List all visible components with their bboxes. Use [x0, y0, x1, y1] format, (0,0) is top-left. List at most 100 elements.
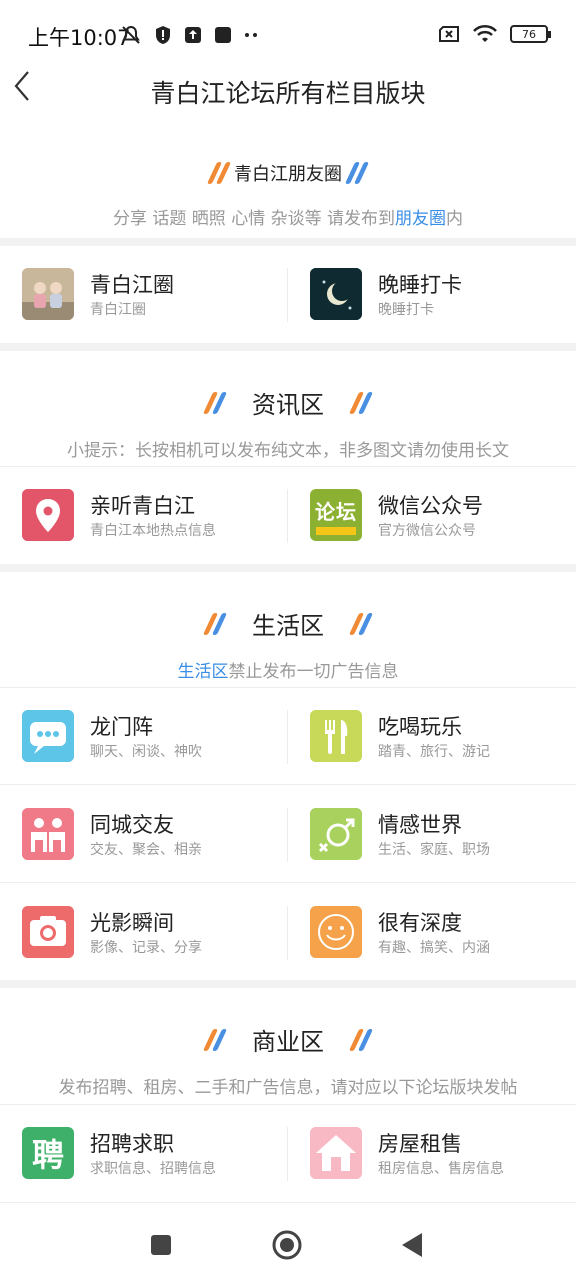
- item-desc: 交友、聚会、相亲: [90, 842, 202, 858]
- forum-item-late-night[interactable]: 晚睡打卡 晚睡打卡: [310, 265, 576, 325]
- page-title: 青白江论坛所有栏目版块: [150, 79, 426, 108]
- forum-item-local-news[interactable]: 亲听青白江 青白江本地热点信息: [22, 486, 292, 546]
- slash-deco-icon: [202, 612, 228, 635]
- section-divider: [0, 980, 576, 988]
- section-header-life: 生活区 生活区禁止发布一切广告信息: [0, 606, 576, 682]
- item-desc: 聊天、闲谈、神吹: [90, 744, 202, 760]
- item-name: 很有深度: [378, 911, 462, 935]
- forum-item-jobs[interactable]: 聘 招聘求职 求职信息、招聘信息: [22, 1124, 292, 1184]
- forum-item-deep-content[interactable]: 很有深度 有趣、搞笑、内涵: [310, 903, 576, 963]
- item-name: 晚睡打卡: [378, 273, 462, 297]
- item-name: 房屋租售: [378, 1132, 462, 1156]
- mute-icon: [122, 25, 140, 44]
- recruit-icon: 聘: [22, 1127, 74, 1179]
- slash-deco-icon: [344, 162, 370, 184]
- item-name: 同城交友: [90, 813, 174, 837]
- item-separator: [287, 1127, 288, 1181]
- section-divider: [0, 343, 576, 351]
- item-separator: [287, 906, 288, 960]
- wifi-icon: [473, 24, 497, 42]
- people-icon: [22, 808, 74, 860]
- chat-bubble-icon: [22, 710, 74, 762]
- slash-deco-icon: [348, 612, 374, 635]
- section-divider: [0, 564, 576, 572]
- row-divider: [0, 784, 576, 785]
- item-desc: 有趣、搞笑、内涵: [378, 940, 490, 956]
- slash-deco-icon: [348, 1028, 374, 1051]
- item-separator: [287, 489, 288, 543]
- item-name: 青白江圈: [90, 273, 174, 297]
- recents-button[interactable]: [150, 1234, 172, 1260]
- battery-icon: 76: [510, 25, 551, 43]
- section-title: 青白江朋友圈: [234, 164, 342, 185]
- item-desc: 生活、家庭、职场: [378, 842, 490, 858]
- slash-deco-icon: [202, 391, 228, 414]
- section-title: 商业区: [252, 1028, 324, 1056]
- circle-icon: [272, 1230, 302, 1260]
- more-dots-icon: [245, 33, 257, 37]
- item-name: 龙门阵: [90, 715, 153, 739]
- item-name: 微信公众号: [378, 494, 483, 518]
- cutlery-icon: [310, 710, 362, 762]
- item-desc: 踏青、旅行、游记: [378, 744, 490, 760]
- system-status-icons: 76: [438, 24, 551, 44]
- forum-badge-icon: 论坛: [310, 489, 362, 541]
- location-pin-icon: [22, 489, 74, 541]
- section-header-business: 商业区 发布招聘、租房、二手和广告信息，请对应以下论坛版块发帖: [0, 1022, 576, 1098]
- item-name: 吃喝玩乐: [378, 715, 462, 739]
- item-desc: 影像、记录、分享: [90, 940, 202, 956]
- slash-deco-icon: [206, 162, 232, 184]
- item-desc: 青白江本地热点信息: [90, 523, 216, 539]
- forum-item-photo-moments[interactable]: 光影瞬间 影像、记录、分享: [22, 903, 292, 963]
- gender-icon: [310, 808, 362, 860]
- forum-item-wechat-official[interactable]: 论坛 微信公众号 官方微信公众号: [310, 486, 576, 546]
- forum-item-emotions[interactable]: 情感世界 生活、家庭、职场: [310, 805, 576, 865]
- section-subtitle: 发布招聘、租房、二手和广告信息，请对应以下论坛版块发帖: [58, 1078, 518, 1098]
- row-divider: [0, 1104, 576, 1105]
- upload-icon: [185, 27, 201, 43]
- section-title: 生活区: [252, 612, 324, 640]
- system-nav-bar: [0, 1206, 576, 1280]
- square-icon: [151, 1235, 171, 1255]
- back-nav-button[interactable]: [400, 1232, 424, 1262]
- triangle-back-icon: [402, 1233, 422, 1257]
- shield-icon: [156, 26, 170, 44]
- house-icon: [310, 1127, 362, 1179]
- item-separator: [287, 710, 288, 764]
- section-divider: [0, 238, 576, 246]
- section-title: 资讯区: [252, 391, 324, 419]
- item-name: 光影瞬间: [90, 911, 174, 935]
- square-app-icon: [215, 27, 231, 43]
- app-header: 青白江论坛所有栏目版块: [0, 60, 576, 120]
- slash-deco-icon: [202, 1028, 228, 1051]
- home-button[interactable]: [272, 1230, 302, 1264]
- camera-icon: [22, 906, 74, 958]
- smiley-icon: [310, 906, 362, 958]
- forum-item-housing[interactable]: 房屋租售 租房信息、售房信息: [310, 1124, 576, 1184]
- row-divider: [0, 687, 576, 688]
- section-subtitle: 分享 话题 晒照 心情 杂谈等 请发布到朋友圈内: [112, 209, 464, 229]
- item-desc: 官方微信公众号: [378, 523, 476, 539]
- moon-icon: [310, 268, 362, 320]
- item-desc: 求职信息、招聘信息: [90, 1161, 216, 1177]
- slash-deco-icon: [348, 391, 374, 414]
- item-desc: 租房信息、售房信息: [378, 1161, 504, 1177]
- forum-item-longmenzhen[interactable]: 龙门阵 聊天、闲谈、神吹: [22, 707, 292, 767]
- notification-icons: [120, 24, 260, 46]
- row-divider: [0, 882, 576, 883]
- forum-item-food-fun[interactable]: 吃喝玩乐 踏青、旅行、游记: [310, 707, 576, 767]
- item-name: 亲听青白江: [90, 494, 195, 518]
- row-divider: [0, 466, 576, 467]
- item-separator: [287, 268, 288, 322]
- section-subtitle: 生活区禁止发布一切广告信息: [177, 662, 399, 682]
- item-desc: 晚睡打卡: [378, 302, 434, 318]
- row-divider: [0, 1202, 576, 1203]
- section-header-news: 资讯区 小提示：长按相机可以发布纯文本，非多图文请勿使用长文: [0, 385, 576, 461]
- section-subtitle: 小提示：长按相机可以发布纯文本，非多图文请勿使用长文: [67, 441, 509, 461]
- item-separator: [287, 808, 288, 862]
- battery-level: 76: [522, 27, 536, 41]
- item-desc: 青白江圈: [90, 302, 146, 318]
- forum-item-make-friends[interactable]: 同城交友 交友、聚会、相亲: [22, 805, 292, 865]
- forum-item-qbj-circle[interactable]: 青白江圈 青白江圈: [22, 265, 292, 325]
- section-header-friends: 青白江朋友圈 分享 话题 晒照 心情 杂谈等 请发布到朋友圈内: [0, 160, 576, 229]
